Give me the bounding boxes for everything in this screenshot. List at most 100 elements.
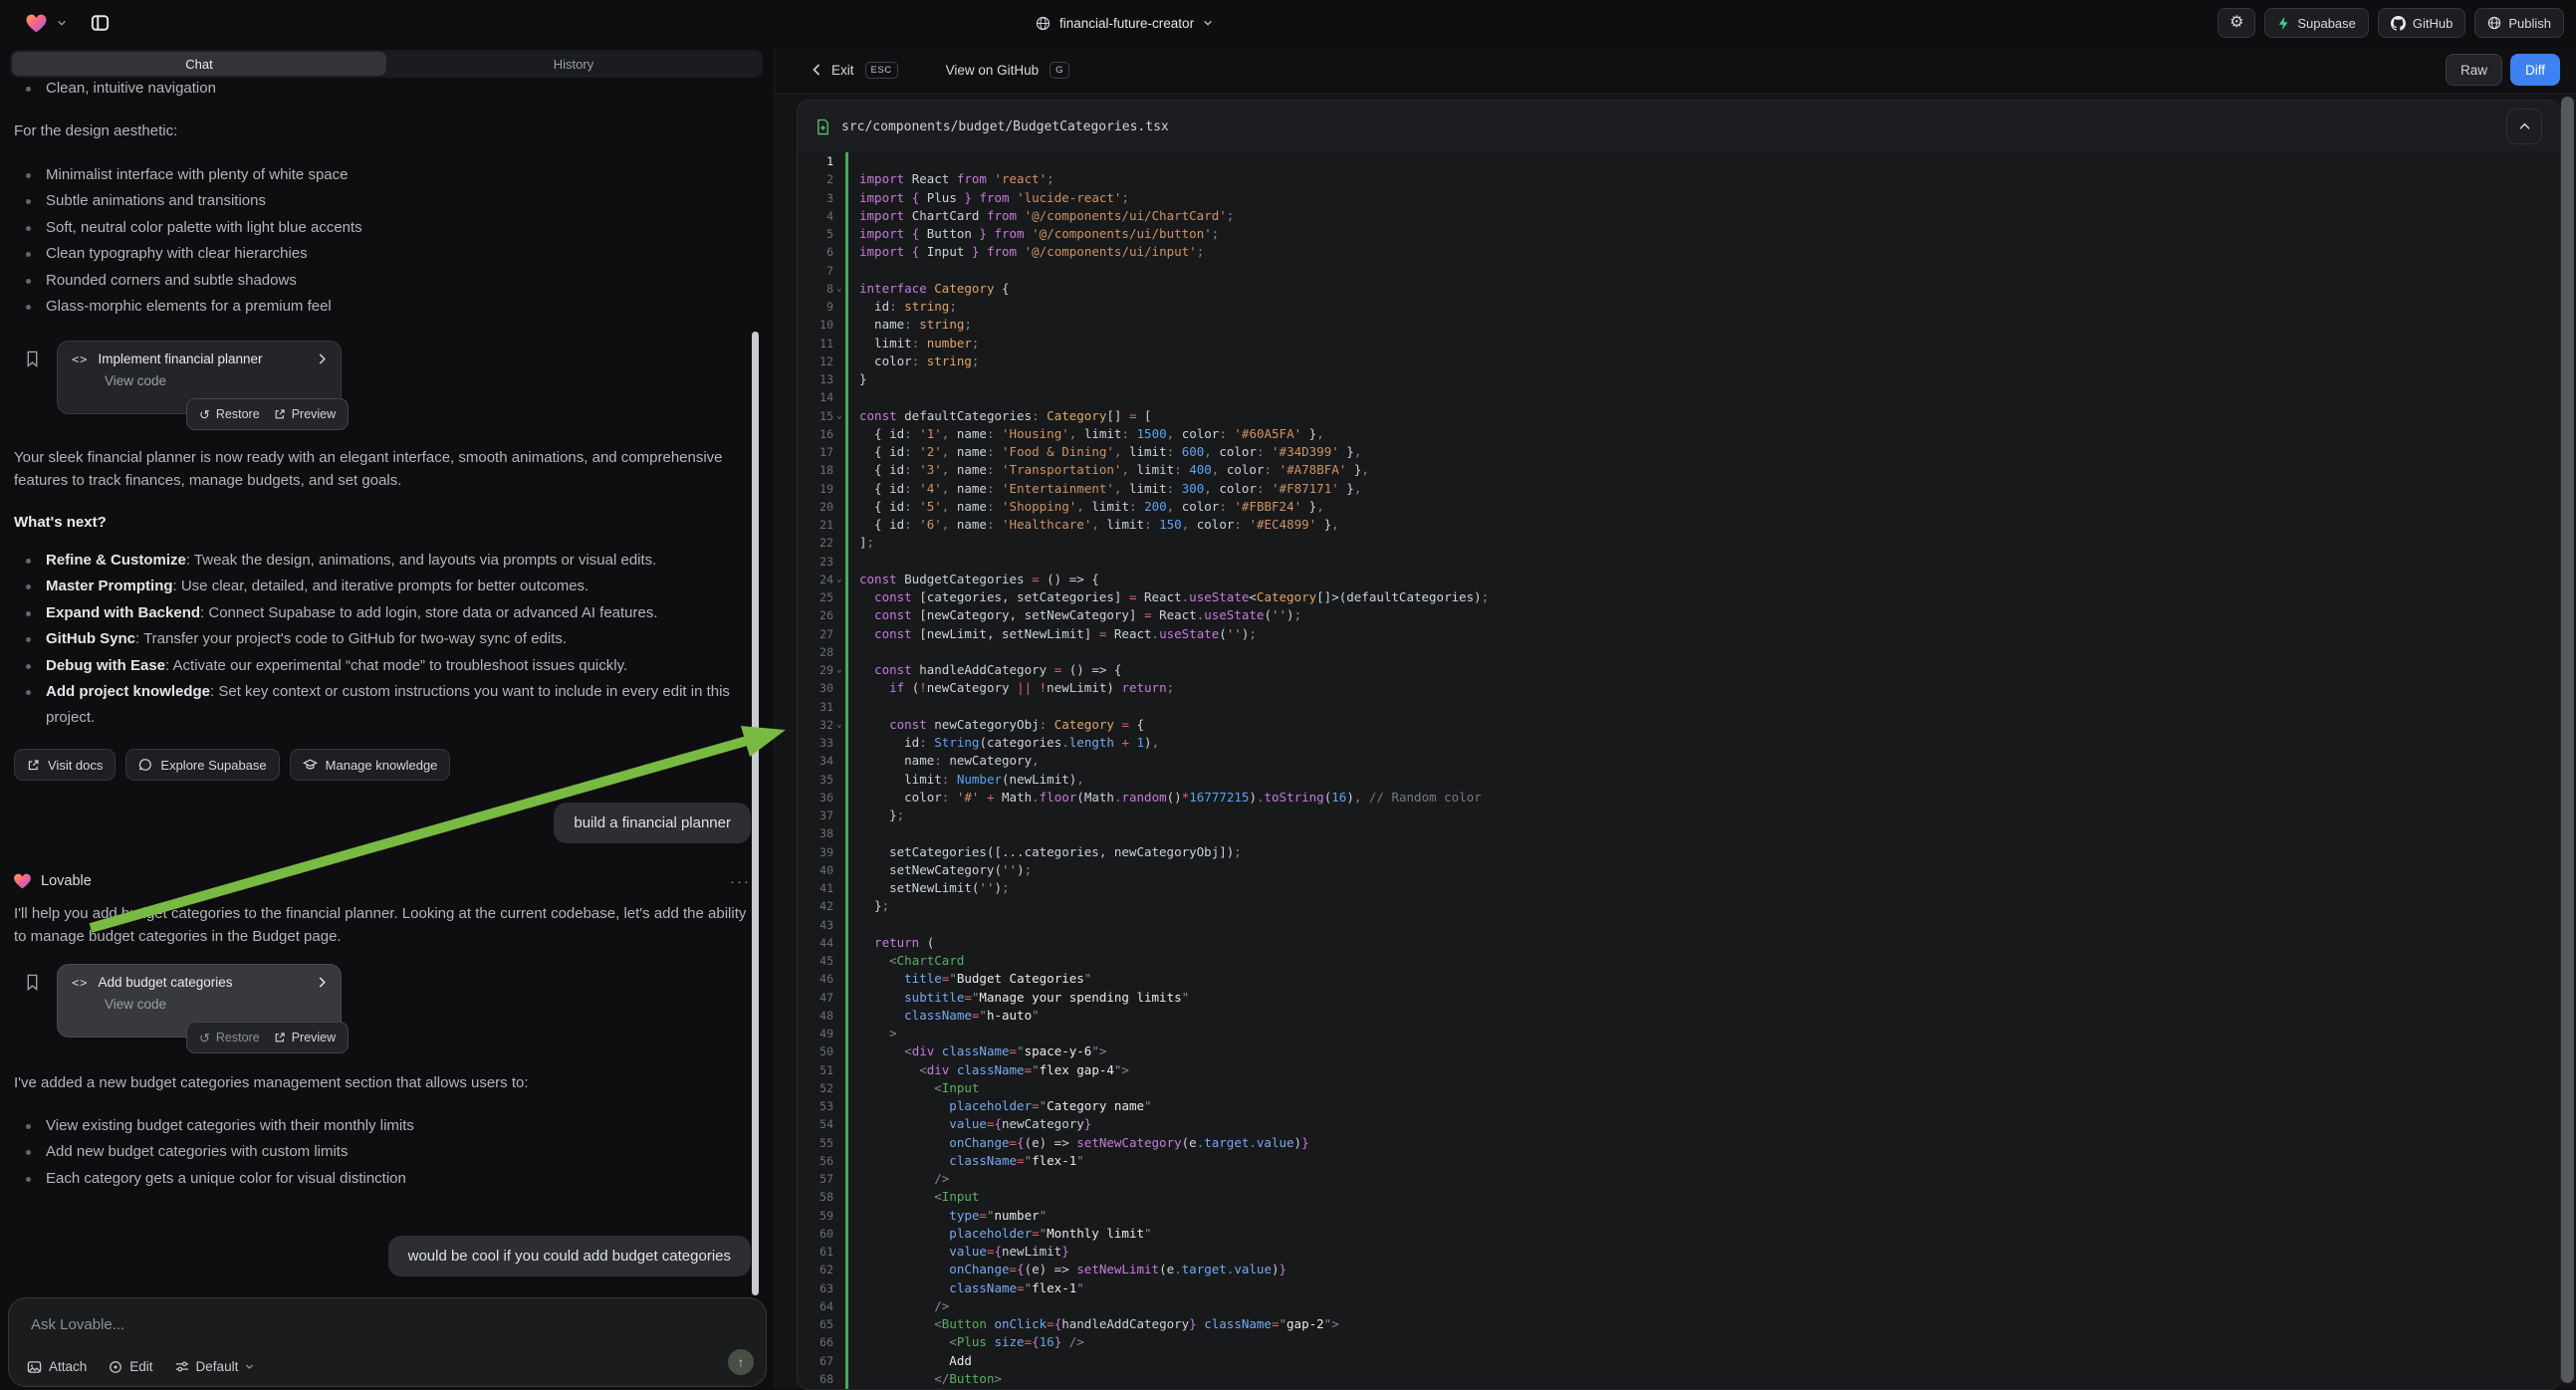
attach-button[interactable]: Attach — [27, 1359, 87, 1374]
window-scrollbar-thumb[interactable] — [2561, 97, 2574, 1383]
design-aesthetic-heading: For the design aesthetic: — [14, 119, 751, 142]
fold-chevron-icon — [833, 189, 845, 207]
code-line: 56 className="flex-1" — [798, 1152, 2560, 1170]
fold-chevron-icon[interactable]: ⌄ — [833, 280, 845, 298]
code-text: const [newCategory, setNewCategory] = Re… — [845, 606, 1301, 624]
publish-button[interactable]: Publish — [2474, 8, 2564, 38]
line-number: 67 — [802, 1352, 833, 1370]
code-line: 50 <div className="space-y-6"> — [798, 1042, 2560, 1060]
workspace-chevron-down-icon[interactable] — [57, 18, 67, 28]
code-text: import ChartCard from '@/components/ui/C… — [845, 207, 1234, 225]
file-card-header[interactable]: src/components/budget/BudgetCategories.t… — [798, 101, 2560, 153]
supabase-button[interactable]: Supabase — [2264, 8, 2369, 38]
code-line: 17 { id: '2', name: 'Food & Dining', lim… — [798, 443, 2560, 461]
line-number: 38 — [802, 824, 833, 842]
collapse-file-button[interactable] — [2506, 109, 2542, 144]
fold-chevron-icon[interactable]: ⌄ — [833, 571, 845, 588]
visit-docs-button[interactable]: Visit docs — [14, 749, 116, 781]
lovable-logo-heart-icon[interactable] — [26, 14, 47, 33]
line-number: 46 — [802, 970, 833, 988]
github-button[interactable]: GitHub — [2378, 8, 2465, 38]
restore-icon: ↺ — [199, 408, 210, 421]
bookmark-icon[interactable] — [25, 974, 40, 991]
project-chevron-down-icon — [1203, 18, 1213, 28]
code-line: 55 onChange={(e) => setNewCategory(e.tar… — [798, 1134, 2560, 1152]
prompt-input[interactable]: Ask Lovable... Attach Edit Default ↑ — [8, 1297, 767, 1387]
chat-message-list[interactable]: Clean, intuitive navigation For the desi… — [8, 80, 767, 1297]
model-selector[interactable]: Default — [175, 1359, 255, 1374]
chat-bubble-icon — [138, 758, 152, 772]
list-item: GitHub Sync: Transfer your project's cod… — [14, 626, 751, 652]
bullet-icon — [26, 199, 31, 204]
code-line: 4import ChartCard from '@/components/ui/… — [798, 207, 2560, 225]
edit-mode-button[interactable]: Edit — [109, 1359, 152, 1374]
fold-chevron-icon — [833, 262, 845, 280]
chat-scrollbar-thumb[interactable] — [752, 332, 759, 1295]
code-line: 31 — [798, 698, 2560, 716]
fold-chevron-icon — [833, 734, 845, 752]
send-button[interactable]: ↑ — [728, 1349, 754, 1375]
settings-button[interactable]: ⚙ — [2218, 8, 2255, 38]
fold-chevron-icon — [833, 807, 845, 824]
line-number: 30 — [802, 679, 833, 697]
line-number: 56 — [802, 1152, 833, 1170]
g-key-badge: G — [1050, 62, 1069, 79]
manage-knowledge-button[interactable]: Manage knowledge — [290, 749, 451, 781]
code-icon: <> — [72, 976, 88, 990]
user-message-1: build a financial planner — [554, 803, 751, 843]
line-number: 5 — [802, 225, 833, 243]
tab-chat[interactable]: Chat — [12, 52, 386, 76]
code-text: if (!newCategory || !newLimit) return; — [845, 679, 1174, 697]
fold-chevron-icon[interactable]: ⌄ — [833, 407, 845, 425]
tab-history[interactable]: History — [386, 52, 761, 76]
fold-chevron-icon[interactable]: ⌄ — [833, 661, 845, 679]
code-line: 47 subtitle="Manage your spending limits… — [798, 989, 2560, 1007]
toggle-sidebar-icon[interactable] — [91, 14, 110, 32]
bookmark-icon[interactable] — [25, 350, 40, 367]
fold-chevron-icon — [833, 1297, 845, 1315]
code-line: 2import React from 'react'; — [798, 170, 2560, 188]
fold-chevron-icon — [833, 1261, 845, 1278]
line-number: 31 — [802, 698, 833, 716]
image-icon — [27, 1360, 42, 1374]
code-text: { id: '4', name: 'Entertainment', limit:… — [845, 480, 1361, 498]
fold-chevron-icon — [833, 170, 845, 188]
assistant-reply-intro: I'll help you add budget categories to t… — [14, 902, 751, 948]
exit-button[interactable]: Exit — [831, 63, 854, 78]
code-text: value={newLimit} — [845, 1243, 1069, 1261]
preview-button[interactable]: Preview — [274, 1031, 336, 1044]
target-icon — [109, 1360, 122, 1374]
project-switcher[interactable]: financial-future-creator — [1036, 0, 1213, 46]
message-more-icon[interactable]: ··· — [730, 873, 751, 890]
fold-chevron-icon[interactable]: ⌄ — [833, 716, 845, 734]
fold-chevron-icon — [833, 1042, 845, 1060]
restore-button[interactable]: ↺ Restore — [199, 407, 260, 421]
line-number: 36 — [802, 789, 833, 807]
fold-chevron-icon — [833, 861, 845, 879]
explore-supabase-button[interactable]: Explore Supabase — [125, 749, 279, 781]
view-on-github-button[interactable]: View on GitHub — [946, 63, 1040, 78]
preview-button[interactable]: Preview — [274, 407, 336, 421]
line-number: 3 — [802, 189, 833, 207]
code-text: onChange={(e) => setNewCategory(e.target… — [845, 1134, 1309, 1152]
code-text: }; — [845, 807, 904, 824]
code-line: 7 — [798, 262, 2560, 280]
restore-button[interactable]: ↺ Restore — [199, 1031, 260, 1044]
code-line: 44 return ( — [798, 934, 2560, 952]
raw-toggle-button[interactable]: Raw — [2446, 54, 2502, 86]
list-item: Clean typography with clear hierarchies — [14, 241, 751, 267]
chat-history-tabs: Chat History — [10, 50, 763, 78]
fold-chevron-icon — [833, 643, 845, 661]
diff-toggle-button[interactable]: Diff — [2510, 54, 2560, 86]
code-editor[interactable]: 12import React from 'react';3import { Pl… — [798, 152, 2560, 1389]
view-code-link[interactable]: View code — [58, 366, 341, 388]
view-code-link[interactable]: View code — [58, 990, 341, 1012]
line-number: 19 — [802, 480, 833, 498]
lovable-heart-icon — [14, 873, 31, 889]
fold-chevron-icon — [833, 752, 845, 770]
chevron-left-icon[interactable] — [813, 64, 820, 76]
line-number: 55 — [802, 1134, 833, 1152]
code-line: 64 /> — [798, 1297, 2560, 1315]
code-line: 48 className="h-auto" — [798, 1007, 2560, 1025]
code-line: 21 { id: '6', name: 'Healthcare', limit:… — [798, 516, 2560, 534]
